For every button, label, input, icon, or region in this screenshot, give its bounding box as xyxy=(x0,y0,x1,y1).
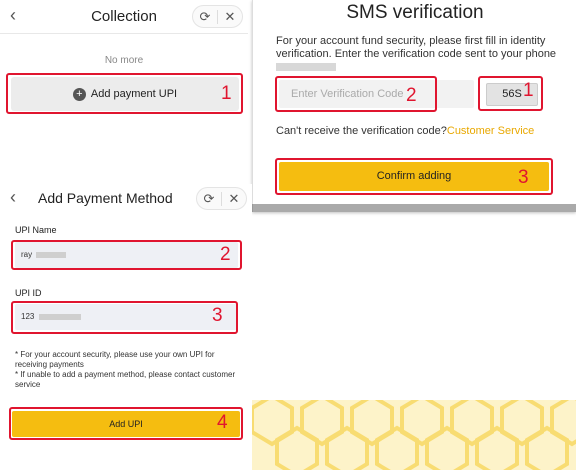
masked-phone xyxy=(276,63,336,72)
refresh-icon[interactable]: ⟳ xyxy=(193,9,217,25)
header-actions: ⟳ ✕ xyxy=(196,187,247,210)
divider xyxy=(252,204,576,212)
header-actions: ⟳ ✕ xyxy=(192,5,243,28)
step-highlight-box xyxy=(6,73,243,114)
step-number: 3 xyxy=(212,305,223,326)
close-icon[interactable]: ✕ xyxy=(218,9,242,25)
step-number: 1 xyxy=(523,80,534,101)
sms-verification-panel: SMS verification For your account fund s… xyxy=(252,0,576,212)
security-note: * For your account security, please use … xyxy=(15,350,215,369)
step-number: 3 xyxy=(518,167,529,188)
close-icon[interactable]: ✕ xyxy=(222,191,246,207)
cant-receive-text: Can't receive the verification code?Cust… xyxy=(276,125,535,137)
honeycomb-pattern xyxy=(252,400,576,470)
step-number: 2 xyxy=(220,244,231,265)
step-highlight-box xyxy=(9,407,243,440)
step-number: 4 xyxy=(217,412,228,433)
collection-header: ‹ Collection ⟳ ✕ xyxy=(0,0,248,34)
add-payment-method-panel: ‹ Add Payment Method ⟳ ✕ UPI Name ray 2 … xyxy=(0,184,252,470)
tutorial-screenshot: ‹ Collection ⟳ ✕ No more + Add payment U… xyxy=(0,0,576,470)
collection-panel: ‹ Collection ⟳ ✕ No more + Add payment U… xyxy=(0,0,248,180)
add-method-header: ‹ Add Payment Method ⟳ ✕ xyxy=(0,184,252,212)
no-more-text: No more xyxy=(104,55,144,66)
step-highlight-box xyxy=(11,301,238,334)
customer-service-link[interactable]: Customer Service xyxy=(447,125,534,137)
step-number: 1 xyxy=(221,83,232,104)
sms-description: For your account fund security, please f… xyxy=(276,35,566,74)
chevron-left-icon[interactable]: ‹ xyxy=(10,187,16,208)
upi-id-label: UPI ID xyxy=(15,288,42,298)
contact-note: * If unable to add a payment method, ple… xyxy=(15,370,236,389)
step-highlight-box xyxy=(11,240,242,270)
upi-name-label: UPI Name xyxy=(15,225,57,235)
page-title: Add Payment Method xyxy=(38,190,173,206)
sms-title: SMS verification xyxy=(346,2,484,23)
refresh-icon[interactable]: ⟳ xyxy=(197,191,221,207)
step-highlight-box xyxy=(275,158,553,195)
step-number: 2 xyxy=(406,85,417,106)
